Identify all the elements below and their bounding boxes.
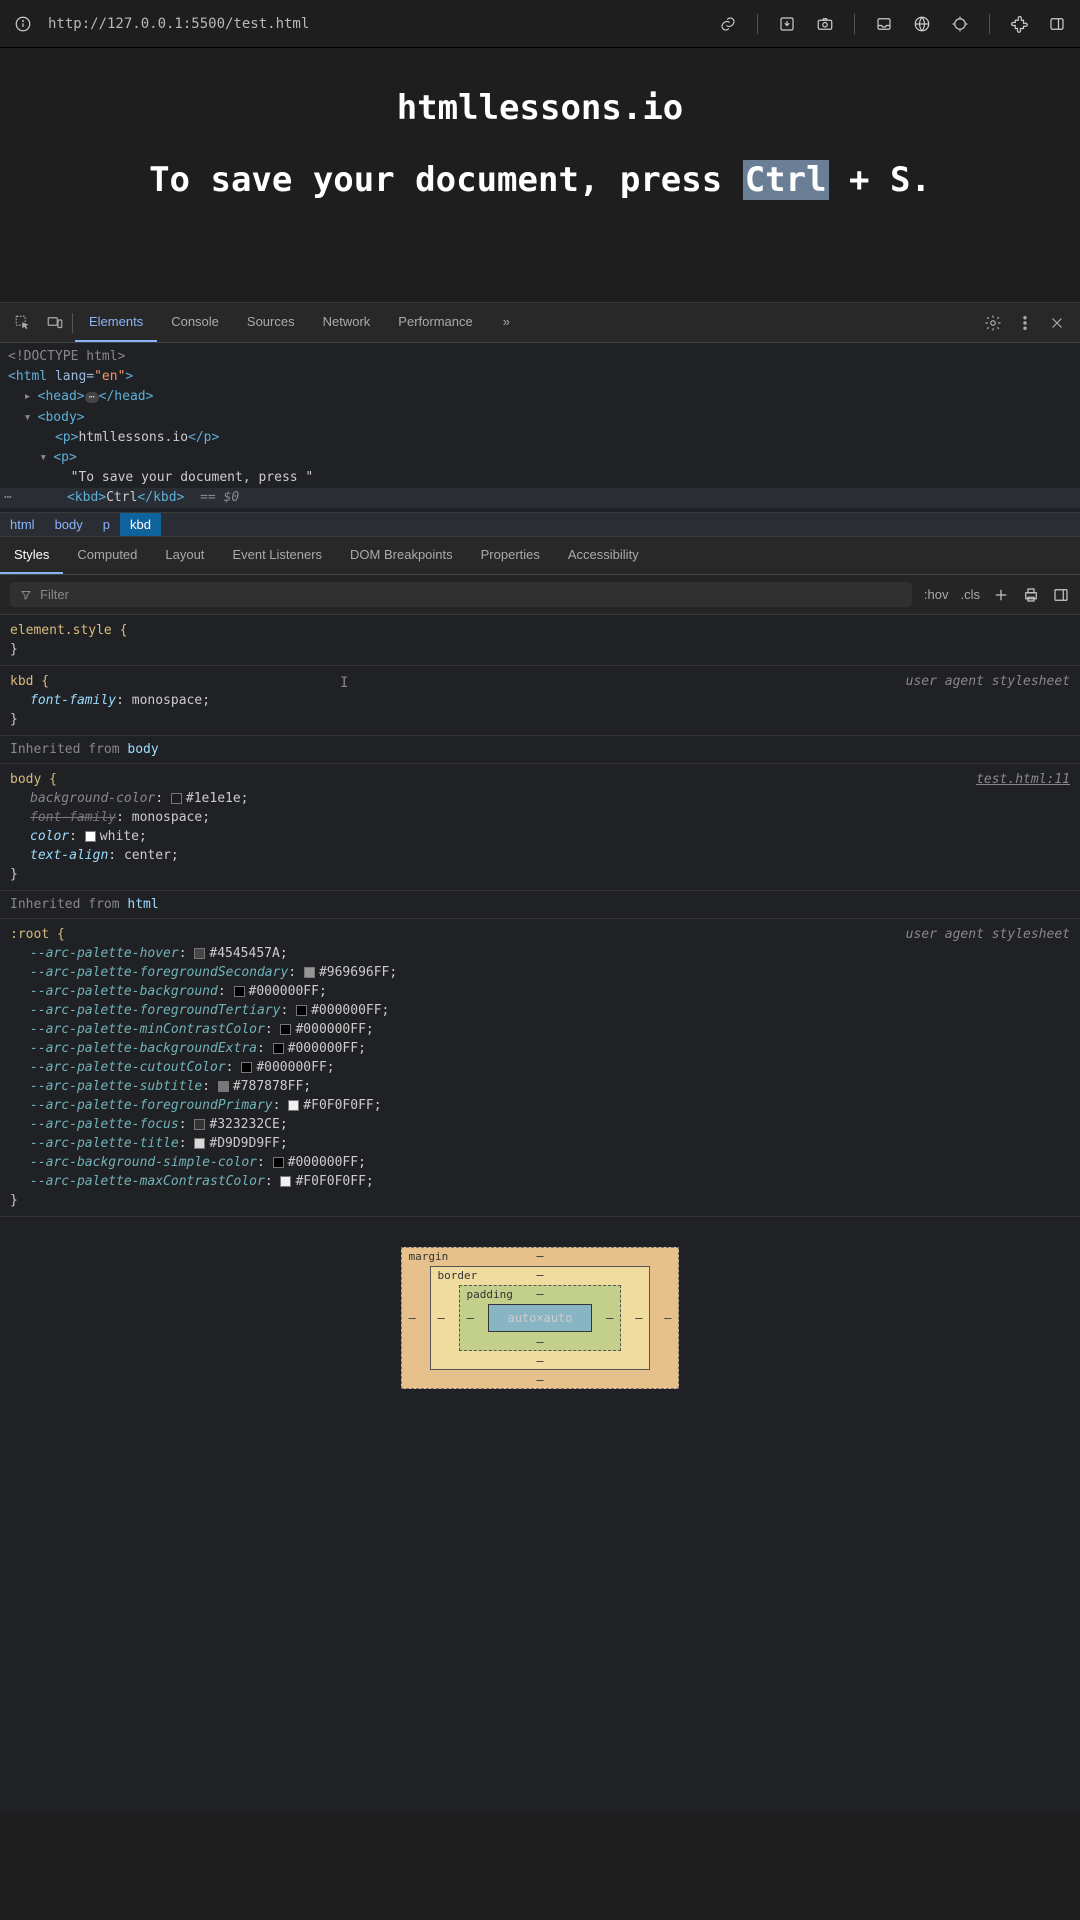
tab-more[interactable]: » [489,303,524,342]
dom-head[interactable]: ▸<head>⋯</head> [8,387,1072,408]
css-prop-color[interactable]: color: white; [10,827,1070,846]
dom-p2-open[interactable]: ▾<p> [8,448,1072,468]
css-var-arc-background-simple-color[interactable]: --arc-background-simple-color: #000000FF… [10,1153,1070,1172]
styles-filter-row: Filter :hov .cls [0,575,1080,615]
device-icon[interactable] [46,314,64,332]
css-var-arc-palette-title[interactable]: --arc-palette-title: #D9D9D9FF; [10,1134,1070,1153]
css-var-arc-palette-focus[interactable]: --arc-palette-focus: #323232CE; [10,1115,1070,1134]
tab-network[interactable]: Network [309,303,385,342]
url-text[interactable]: http://127.0.0.1:5500/test.html [48,16,309,32]
camera-icon[interactable] [816,15,834,33]
styles-tab-dom-breakpoints[interactable]: DOM Breakpoints [336,537,467,574]
cls-button[interactable]: .cls [961,587,981,602]
box-margin[interactable]: margin – – – – border – – – – padding – … [401,1247,678,1389]
styles-tab-computed[interactable]: Computed [63,537,151,574]
box-model: margin – – – – border – – – – padding – … [0,1217,1080,1439]
inherited-from-body: Inherited from body [0,736,1080,764]
close-icon[interactable] [1048,314,1066,332]
css-var-arc-palette-cutoutColor[interactable]: --arc-palette-cutoutColor: #000000FF; [10,1058,1070,1077]
rendered-page: htmllessons.io To save your document, pr… [0,48,1080,302]
box-content[interactable]: auto×auto [488,1304,591,1332]
inherited-link-html[interactable]: html [127,897,158,912]
styles-tab-properties[interactable]: Properties [467,537,554,574]
css-var-arc-palette-foregroundPrimary[interactable]: --arc-palette-foregroundPrimary: #F0F0F0… [10,1096,1070,1115]
crosshair-icon[interactable] [951,15,969,33]
download-icon[interactable] [778,15,796,33]
css-prop-font-family[interactable]: font-family: monospace; [10,808,1070,827]
devtools-tabs: ElementsConsoleSourcesNetworkPerformance… [0,303,1080,343]
css-prop-text-align[interactable]: text-align: center; [10,846,1070,865]
tray-icon[interactable] [875,15,893,33]
hov-button[interactable]: :hov [924,587,949,602]
inherited-from-html: Inherited from html [0,891,1080,919]
link-icon[interactable] [719,15,737,33]
dom-p1[interactable]: <p>htmllessons.io</p> [8,428,1072,448]
css-rules: element.style { } user agent stylesheet … [0,615,1080,1217]
dom-body-open[interactable]: ▾<body> [8,408,1072,428]
filter-input[interactable]: Filter [10,582,912,607]
rule-kbd[interactable]: user agent stylesheet kbd { font-family:… [0,666,1080,736]
divider [989,14,990,34]
css-var-arc-palette-subtitle[interactable]: --arc-palette-subtitle: #787878FF; [10,1077,1070,1096]
gear-icon[interactable] [984,314,1002,332]
tab-performance[interactable]: Performance [384,303,486,342]
devtools-panel: ElementsConsoleSourcesNetworkPerformance… [0,302,1080,1812]
inherited-link-body[interactable]: body [127,742,158,757]
tab-sources[interactable]: Sources [233,303,309,342]
instruction-prefix: To save your document, press [149,160,743,200]
styles-tab-styles[interactable]: Styles [0,537,63,574]
css-var-arc-palette-background[interactable]: --arc-palette-background: #000000FF; [10,982,1070,1001]
globe-icon[interactable] [913,15,931,33]
rule-source[interactable]: user agent stylesheet [906,672,1070,691]
sidebar-icon[interactable] [1048,15,1066,33]
divider [757,14,758,34]
css-var-arc-palette-maxContrastColor[interactable]: --arc-palette-maxContrastColor: #F0F0F0F… [10,1172,1070,1191]
page-instruction: To save your document, press Ctrl + S. [30,158,1050,202]
tab-elements[interactable]: Elements [75,303,157,342]
rule-body[interactable]: test.html:11 body { background-color: #1… [0,764,1080,891]
css-var-arc-palette-minContrastColor[interactable]: --arc-palette-minContrastColor: #000000F… [10,1020,1070,1039]
page-title: htmllessons.io [30,88,1050,128]
css-var-arc-palette-foregroundSecondary[interactable]: --arc-palette-foregroundSecondary: #9696… [10,963,1070,982]
plus-icon[interactable] [992,586,1010,604]
extensions-icon[interactable] [1010,15,1028,33]
rule-source[interactable]: test.html:11 [976,770,1070,789]
styles-tab-layout[interactable]: Layout [151,537,218,574]
rule-element-style[interactable]: element.style { } [0,615,1080,666]
css-var-arc-palette-backgroundExtra[interactable]: --arc-palette-backgroundExtra: #000000FF… [10,1039,1070,1058]
divider [854,14,855,34]
styles-tab-event-listeners[interactable]: Event Listeners [218,537,336,574]
box-border[interactable]: border – – – – padding – – – – auto×auto [430,1266,649,1370]
crumb-body[interactable]: body [45,513,93,536]
crumb-p[interactable]: p [93,513,120,536]
browser-url-bar: http://127.0.0.1:5500/test.html [0,0,1080,48]
inspect-icon[interactable] [14,314,32,332]
tab-console[interactable]: Console [157,303,233,342]
print-icon[interactable] [1022,586,1040,604]
dom-breadcrumb: htmlbodypkbd [0,512,1080,537]
kebab-icon[interactable] [1016,314,1034,332]
css-var-arc-palette-foregroundTertiary[interactable]: --arc-palette-foregroundTertiary: #00000… [10,1001,1070,1020]
dom-p2-text[interactable]: "To save your document, press " [8,468,1072,488]
dom-html-open[interactable]: <html lang="en"> [8,367,1072,387]
divider [72,313,73,333]
filter-placeholder: Filter [40,587,69,602]
css-var-arc-palette-hover[interactable]: --arc-palette-hover: #4545457A; [10,944,1070,963]
dom-doctype[interactable]: <!DOCTYPE html> [8,347,1072,367]
crumb-html[interactable]: html [0,513,45,536]
dom-kbd-selected[interactable]: <kbd>Ctrl</kbd> == $0 [0,488,1080,508]
styles-tab-accessibility[interactable]: Accessibility [554,537,653,574]
box-padding[interactable]: padding – – – – auto×auto [459,1285,620,1351]
text-cursor-icon: I [340,674,348,693]
dom-tree[interactable]: <!DOCTYPE html> <html lang="en"> ▸<head>… [0,343,1080,512]
instruction-suffix: + S. [829,160,931,200]
rule-root[interactable]: user agent stylesheet :root { --arc-pale… [0,919,1080,1217]
rule-source[interactable]: user agent stylesheet [906,925,1070,944]
styles-tabs: StylesComputedLayoutEvent ListenersDOM B… [0,537,1080,575]
css-prop-background-color[interactable]: background-color: #1e1e1e; [10,789,1070,808]
kbd-highlight: Ctrl [743,160,829,200]
panel-toggle-icon[interactable] [1052,586,1070,604]
crumb-kbd[interactable]: kbd [120,513,161,536]
info-icon[interactable] [14,15,32,33]
